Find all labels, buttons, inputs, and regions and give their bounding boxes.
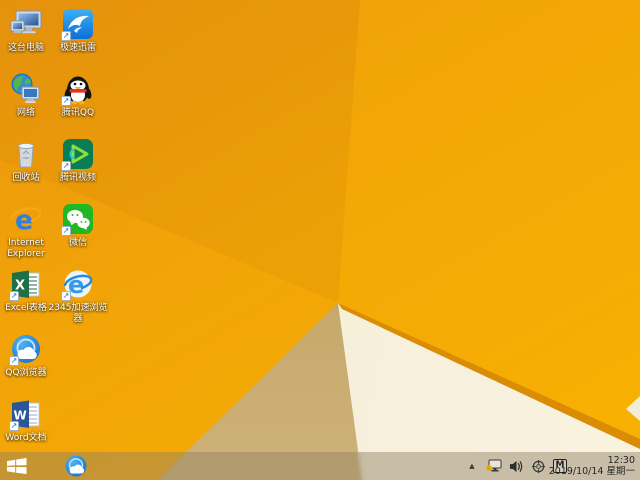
- browser-2345-icon: e ↗: [61, 268, 94, 301]
- tencent-video-icon: ↗: [61, 138, 94, 171]
- desktop-icon-tencent-qq[interactable]: ↗ 腾讯QQ: [47, 73, 109, 119]
- icon-label: 腾讯QQ: [61, 108, 95, 118]
- xunlei-bird-icon: ↗: [61, 8, 94, 41]
- network-icon: [10, 73, 42, 105]
- excel-icon: X ↗: [9, 268, 42, 301]
- show-hidden-icons-chevron-icon[interactable]: ▲: [464, 458, 480, 474]
- shortcut-arrow-icon: ↗: [61, 291, 71, 301]
- icon-label: 2345加速浏览器: [48, 303, 108, 324]
- shortcut-arrow-icon: ↗: [61, 31, 71, 41]
- word-icon: W ↗: [9, 398, 42, 431]
- shortcut-arrow-icon: ↗: [61, 96, 71, 106]
- wechat-icon: ↗: [61, 203, 94, 236]
- taskbar[interactable]: ▲ M 12:30 2019/10/14 星期一: [0, 452, 640, 480]
- icon-label: 腾讯视频: [59, 173, 96, 183]
- shortcut-arrow-icon: ↗: [9, 356, 19, 366]
- clock-time: 12:30: [607, 455, 635, 466]
- icon-label: Word文档: [5, 433, 47, 443]
- desktop-icon-word[interactable]: W ↗ Word文档: [0, 398, 57, 444]
- shortcut-arrow-icon: ↗: [61, 226, 71, 236]
- clock-date: 2019/10/14 星期一: [548, 466, 635, 477]
- internet-explorer-icon: e: [10, 203, 42, 235]
- this-pc-icon: [10, 8, 42, 40]
- qq-browser-icon: ↗: [9, 333, 42, 366]
- shortcut-arrow-icon: ↗: [61, 161, 71, 171]
- icon-label: 微信: [68, 238, 87, 248]
- qq-browser-taskbar-icon: [65, 455, 87, 477]
- taskbar-qq-browser-button[interactable]: [56, 452, 96, 480]
- volume-icon[interactable]: [508, 458, 524, 474]
- desktop-icon-wechat[interactable]: ↗ 微信: [47, 203, 109, 249]
- recycle-bin-icon: [10, 138, 42, 170]
- icon-label: 极速迅雷: [59, 43, 96, 53]
- taskbar-clock[interactable]: 12:30 2019/10/14 星期一: [549, 455, 635, 477]
- icon-label: QQ浏览器: [5, 368, 47, 378]
- desktop-icon-tencent-video[interactable]: ↗ 腾讯视频: [47, 138, 109, 184]
- shortcut-arrow-icon: ↗: [9, 421, 19, 431]
- shortcut-arrow-icon: ↗: [9, 291, 19, 301]
- desktop-icon-qq-browser[interactable]: ↗ QQ浏览器: [0, 333, 57, 379]
- windows-logo-icon: [7, 458, 27, 474]
- desktop-icon-jisu-xunlei[interactable]: ↗ 极速迅雷: [47, 8, 109, 54]
- utility-tray-icon[interactable]: [530, 458, 546, 474]
- desktop-icon-browser-2345[interactable]: e ↗ 2345加速浏览器: [47, 268, 109, 325]
- network-status-icon[interactable]: [486, 458, 502, 474]
- qq-penguin-icon: ↗: [61, 73, 94, 106]
- start-button[interactable]: [0, 452, 34, 480]
